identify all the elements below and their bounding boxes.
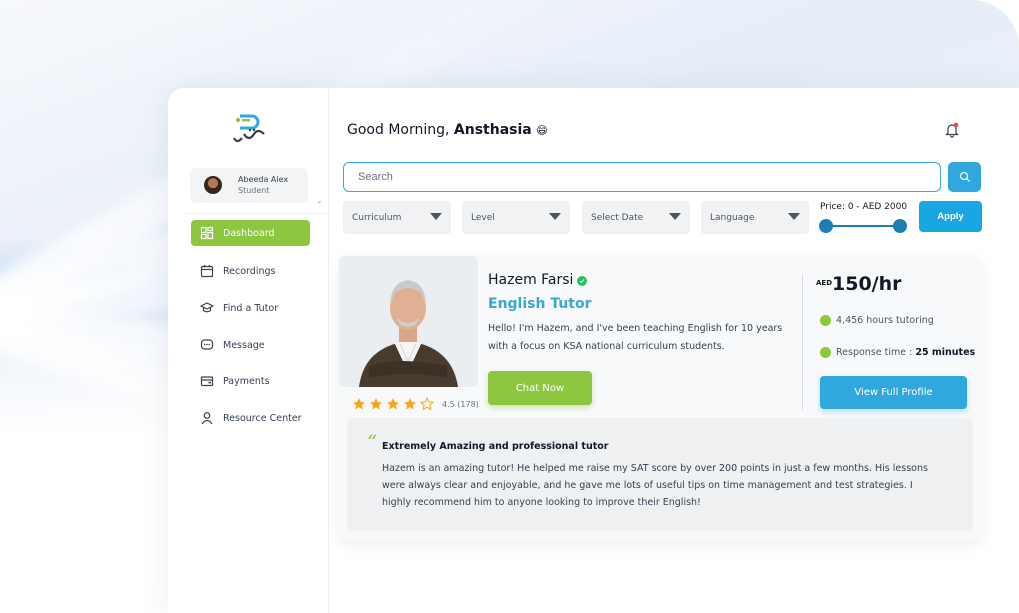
apply-button[interactable]: Apply (919, 201, 982, 232)
rating-stars (352, 397, 434, 411)
star-filled-icon (404, 398, 416, 410)
star-empty-icon (420, 397, 434, 411)
star-filled-icon (387, 398, 399, 410)
curriculum-select[interactable]: Curriculum (343, 201, 451, 234)
search-icon (959, 171, 970, 182)
search-button[interactable] (948, 162, 981, 192)
caret-down-icon (549, 213, 561, 220)
sidebar-item-resource-center[interactable]: Resource Center (191, 405, 310, 431)
price-value: 150/hr (832, 273, 902, 295)
hours-stat: 4,456 hours tutoring (820, 315, 934, 326)
user-card[interactable]: Abeeda Alex Student (190, 168, 308, 203)
caret-down-icon (430, 213, 442, 220)
graduation-cap-icon (200, 302, 214, 313)
level-select-value: Level (471, 212, 495, 223)
sidebar-item-find-tutor[interactable]: Find a Tutor (191, 295, 310, 321)
main-content: Good Morning, Ansthasia 😄 Curriculum Lev… (329, 88, 1019, 613)
greeting-text: Good Morning, (347, 122, 454, 138)
price-currency: AED (816, 279, 833, 287)
response-icon (820, 347, 831, 358)
date-select-value: Select Date (591, 212, 644, 223)
sidebar-item-label: Payments (223, 375, 270, 387)
sidebar-item-label: Message (223, 339, 265, 351)
quote-icon: “ (367, 430, 378, 454)
sidebar-item-label: Recordings (223, 265, 276, 277)
review-title: Extremely Amazing and professional tutor (382, 441, 609, 452)
price-slider-max-handle[interactable] (893, 219, 907, 233)
sidebar-item-recordings[interactable]: Recordings (191, 258, 310, 284)
search-input[interactable] (343, 162, 941, 192)
star-filled-icon (353, 398, 365, 410)
tutor-name: Hazem Farsi (488, 272, 574, 288)
wallet-icon (200, 376, 214, 387)
language-select[interactable]: Language (701, 201, 809, 234)
dashboard-icon (200, 226, 214, 240)
user-name: Abeeda Alex (238, 175, 289, 184)
person-icon (201, 412, 213, 425)
app-window: Abeeda Alex Student ⌄ Dashboard Recordin… (168, 88, 1019, 613)
response-label: Response time : (836, 347, 913, 358)
rating-text: 4.5 (178) (442, 400, 479, 409)
price-slider-track[interactable] (826, 225, 900, 227)
chat-now-button[interactable]: Chat Now (488, 371, 592, 405)
sidebar-item-message[interactable]: Message (191, 332, 310, 358)
hours-text: 4,456 hours tutoring (836, 315, 934, 326)
avatar (204, 176, 222, 194)
greeting-user-name: Ansthasia (453, 122, 532, 138)
caret-down-icon (669, 213, 681, 220)
tutor-bio: Hello! I'm Hazem, and I've been teaching… (488, 323, 783, 352)
user-role: Student (238, 186, 270, 195)
tutor-role: English Tutor (488, 296, 592, 312)
view-profile-button[interactable]: View Full Profile (820, 376, 967, 409)
price-range-label: Price: 0 - AED 2000 (820, 202, 908, 212)
sidebar-item-label: Resource Center (223, 412, 302, 424)
caret-down-icon (788, 213, 800, 220)
verified-icon (577, 276, 587, 286)
curriculum-select-value: Curriculum (352, 212, 402, 223)
calendar-icon (200, 265, 214, 278)
response-value: 25 minutes (915, 347, 976, 358)
star-filled-icon (370, 398, 382, 410)
sidebar-item-label: Dashboard (223, 227, 275, 239)
clock-icon (820, 315, 831, 326)
chevron-down-icon[interactable]: ⌄ (316, 196, 323, 205)
sidebar-item-label: Find a Tutor (223, 302, 279, 314)
sidebar-item-payments[interactable]: Payments (191, 368, 310, 394)
review-block: “ Extremely Amazing and professional tut… (347, 418, 973, 531)
greeting: Good Morning, Ansthasia 😄 (347, 122, 548, 138)
bell-icon[interactable] (945, 122, 959, 138)
level-select[interactable]: Level (462, 201, 570, 234)
response-stat: Response time : 25 minutes (820, 347, 975, 358)
smile-emoji-icon: 😄 (536, 124, 548, 137)
divider (802, 274, 803, 410)
date-select[interactable]: Select Date (582, 201, 690, 234)
sidebar-item-dashboard[interactable]: Dashboard (191, 220, 310, 246)
price-slider-min-handle[interactable] (819, 219, 833, 233)
divider (184, 213, 329, 214)
tutor-card: 4.5 (178) Hazem Farsi English Tutor Hell… (339, 256, 982, 541)
logo-icon (233, 114, 265, 143)
tutor-photo (339, 256, 478, 387)
chat-icon (200, 339, 214, 350)
language-select-value: Language (710, 212, 755, 223)
sidebar: Abeeda Alex Student ⌄ Dashboard Recordin… (168, 88, 329, 613)
review-body: Hazem is an amazing tutor! He helped me … (382, 463, 928, 508)
